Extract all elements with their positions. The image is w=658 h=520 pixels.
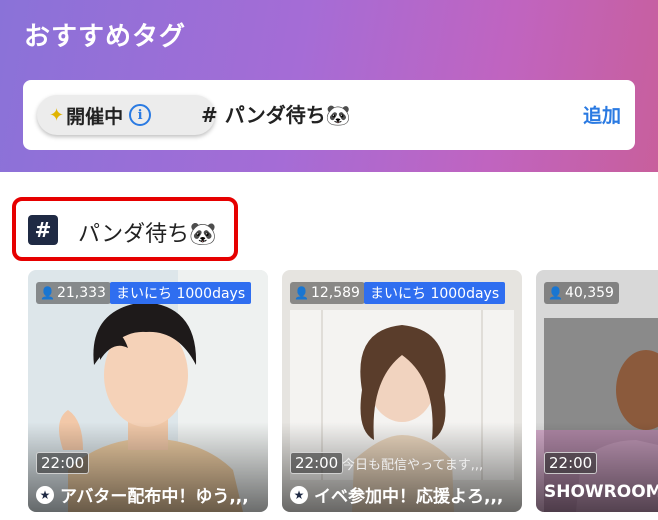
stream-card[interactable]: 👤 12,589 まいにち 1000days 22:00 今日も配信やってます,… <box>282 270 522 512</box>
stream-title-text: アバター配布中！ゆう,,, <box>60 487 249 507</box>
start-time-badge: 22:00 <box>36 452 90 474</box>
stream-card[interactable]: 👤 40,359 22:00 SHOWROOM <box>536 270 658 512</box>
section-tag-title[interactable]: パンダ待ち🐼 <box>78 216 217 248</box>
stream-title-text: イベ参加中！応援よろ,,, <box>314 487 504 507</box>
viewer-count: 12,589 <box>310 285 360 301</box>
person-icon: 👤 <box>294 286 309 300</box>
daily-streak-badge: まいにち 1000days <box>110 282 252 304</box>
recommended-tag-text[interactable]: # パンダ待ち🐼 <box>201 99 351 128</box>
event-status-pill[interactable]: ✦ 開催中 i <box>37 95 215 135</box>
viewer-count-badge: 👤 12,589 <box>290 282 365 304</box>
viewer-count: 40,359 <box>564 285 614 301</box>
sparkle-icon: ✦ <box>49 104 65 126</box>
info-icon[interactable]: i <box>129 104 152 126</box>
star-icon: ★ <box>290 485 308 504</box>
star-icon: ★ <box>36 485 54 504</box>
stream-title: ★ アバター配布中！ゆう,,, <box>36 482 262 507</box>
viewer-count-badge: 👤 40,359 <box>544 282 619 304</box>
event-status-label: 開催中 <box>66 105 124 128</box>
start-time-badge: 22:00 <box>544 452 598 474</box>
person-icon: 👤 <box>548 286 563 300</box>
hashtag-icon: # <box>28 215 58 245</box>
stream-subtitle: 今日も配信やってます,,, <box>342 458 484 473</box>
stream-card[interactable]: 👤 21,333 まいにち 1000days 22:00 ★ アバター配布中！ゆ… <box>28 270 268 512</box>
stream-title-text: SHOWROOM <box>544 482 658 502</box>
recommended-tags-banner: おすすめタグ ✦ 開催中 i # パンダ待ち🐼 追加 <box>0 0 658 172</box>
stream-title: ★ イベ参加中！応援よろ,,, <box>290 482 516 507</box>
viewer-count-badge: 👤 21,333 <box>36 282 111 304</box>
viewer-count: 21,333 <box>56 285 106 301</box>
banner-title: おすすめタグ <box>24 22 187 52</box>
recommended-tag-bar[interactable]: ✦ 開催中 i # パンダ待ち🐼 追加 <box>23 80 635 150</box>
add-tag-button[interactable]: 追加 <box>583 101 621 128</box>
stream-title: SHOWROOM <box>544 482 658 502</box>
start-time-badge: 22:00 <box>290 452 344 474</box>
daily-streak-badge: まいにち 1000days <box>364 282 506 304</box>
person-icon: 👤 <box>40 286 55 300</box>
